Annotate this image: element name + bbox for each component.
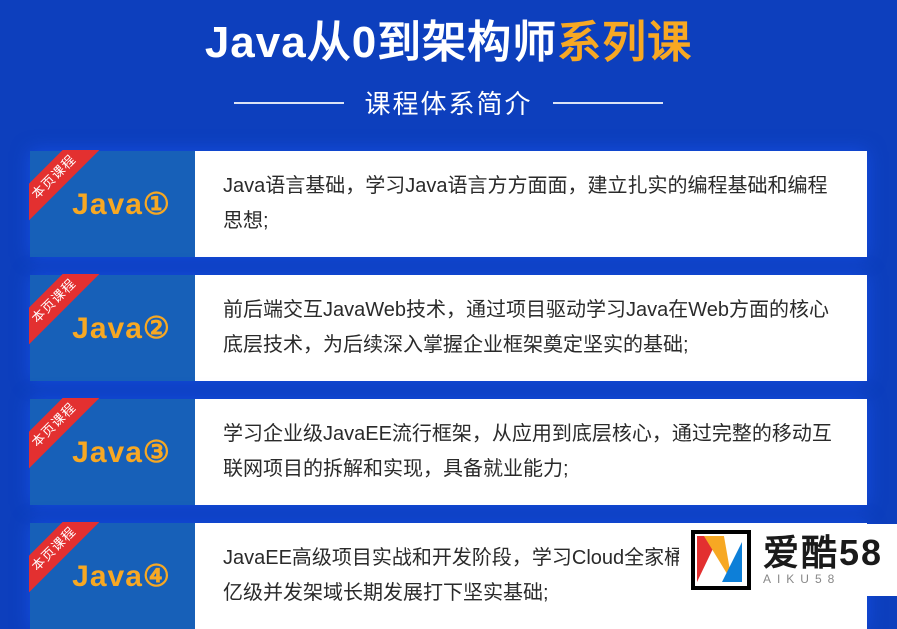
card-left: 本页课程 Java②	[30, 275, 195, 381]
divider-right	[553, 102, 663, 104]
card-desc-text: 前后端交互JavaWeb技术，通过项目驱动学习Java在Web方面的核心底层技术…	[223, 293, 839, 363]
card-description: Java语言基础，学习Java语言方方面面，建立扎实的编程基础和编程思想;	[195, 151, 867, 257]
stage-label: Java①	[72, 187, 171, 222]
watermark: 爱酷58 AIKU58	[679, 524, 897, 596]
course-card-3: 本页课程 Java③ 学习企业级JavaEE流行框架，从应用到底层核心，通过完整…	[30, 399, 867, 505]
title-part-white: Java从0到架构师	[205, 18, 557, 67]
main-title: Java从0到架构师系列课	[205, 6, 692, 70]
card-desc-text: Java语言基础，学习Java语言方方面面，建立扎实的编程基础和编程思想;	[223, 169, 839, 239]
card-left: 本页课程 Java①	[30, 151, 195, 257]
subtitle-row: 课程体系简介	[0, 84, 897, 121]
card-description: 学习企业级JavaEE流行框架，从应用到底层核心，通过完整的移动互联网项目的拆解…	[195, 399, 867, 505]
stage-label: Java③	[72, 435, 171, 470]
title-part-orange: 系列课	[557, 18, 692, 67]
subtitle-text: 课程体系简介	[364, 84, 532, 121]
watermark-sub: AIKU58	[763, 573, 883, 585]
course-card-2: 本页课程 Java② 前后端交互JavaWeb技术，通过项目驱动学习Java在W…	[30, 275, 867, 381]
stage-label: Java②	[72, 311, 171, 346]
page-header: Java从0到架构师系列课 课程体系简介	[0, 0, 897, 121]
watermark-text: 爱酷58 AIKU58	[763, 535, 883, 585]
stage-label: Java④	[72, 559, 171, 594]
watermark-main: 爱酷58	[763, 535, 883, 571]
watermark-logo-icon	[691, 530, 751, 590]
card-desc-text: 学习企业级JavaEE流行框架，从应用到底层核心，通过完整的移动互联网项目的拆解…	[223, 417, 839, 487]
card-left: 本页课程 Java④	[30, 523, 195, 629]
card-description: 前后端交互JavaWeb技术，通过项目驱动学习Java在Web方面的核心底层技术…	[195, 275, 867, 381]
divider-left	[234, 102, 344, 104]
card-left: 本页课程 Java③	[30, 399, 195, 505]
course-card-1: 本页课程 Java① Java语言基础，学习Java语言方方面面，建立扎实的编程…	[30, 151, 867, 257]
